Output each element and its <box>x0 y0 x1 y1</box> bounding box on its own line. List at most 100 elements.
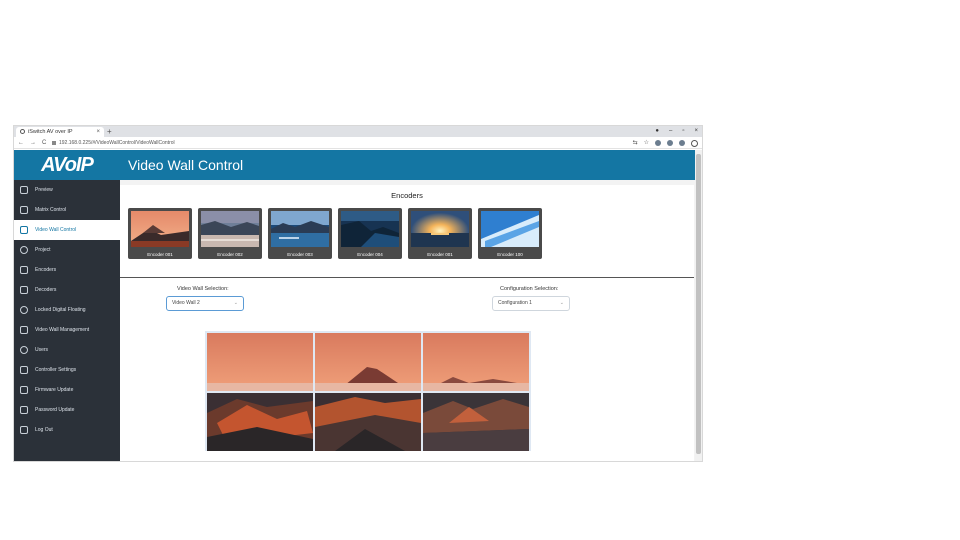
sidebar-item-decoders[interactable]: Decoders <box>14 280 120 300</box>
sidebar-item-label: Encoders <box>35 267 57 273</box>
back-button[interactable]: ← <box>18 137 24 149</box>
video-wall-icon <box>20 226 28 234</box>
encoders-title: Encoders <box>391 191 423 200</box>
encoder-card[interactable]: Encoder 003 <box>268 208 332 259</box>
configuration-selection-label: Configuration Selection: <box>500 286 559 292</box>
sidebar-item-locked-digital-floating[interactable]: Locked Digital Floating <box>14 300 120 320</box>
sidebar-item-password-update[interactable]: Password Update <box>14 400 120 420</box>
maximize-button[interactable]: ▫ <box>682 126 684 137</box>
sidebar-item-video-wall-control[interactable]: Video Wall Control <box>14 220 120 240</box>
encoder-label: Encoder 100 <box>497 252 523 257</box>
lock-icon <box>52 140 56 145</box>
sidebar-item-log-out[interactable]: Log Out <box>14 420 120 440</box>
video-wall-selection-label: Video Wall Selection: <box>177 286 229 292</box>
chevron-down-icon: ⌄ <box>559 300 564 306</box>
encoder-thumbnail <box>411 211 469 247</box>
configuration-select[interactable]: Configuration 1 ⌄ <box>492 296 570 311</box>
address-bar: ← → C 192.168.0.225/#/VideoWallControl/V… <box>14 137 702 149</box>
settings-sliders-icon <box>20 366 28 374</box>
sidebar-nav: Preview Matrix Control Video Wall Contro… <box>14 180 120 440</box>
app-logo: AVoIP <box>14 150 120 180</box>
encoders-panel: Encoders Encoder 001 Encoder 002 Encoder… <box>120 185 694 277</box>
video-wall-panel: Video Wall Selection: Video Wall 2 ⌄ Con… <box>120 278 694 461</box>
wall-tile[interactable] <box>423 393 529 451</box>
sidebar-item-matrix-control[interactable]: Matrix Control <box>14 200 120 220</box>
logout-icon <box>20 426 28 434</box>
sidebar-item-label: Project <box>35 247 51 253</box>
video-wall-select-value: Video Wall 2 <box>172 300 200 306</box>
encoder-label: Encoder 002 <box>217 252 243 257</box>
menu-button[interactable] <box>691 139 698 147</box>
preview-icon <box>20 186 28 194</box>
encoder-card[interactable]: Encoder 001 <box>128 208 192 259</box>
encoder-thumbnail <box>481 211 539 247</box>
chevron-down-icon: ⌄ <box>233 300 238 306</box>
share-icon[interactable]: ⇆ <box>633 137 638 149</box>
sidebar-item-label: Controller Settings <box>35 367 77 373</box>
wall-tile[interactable] <box>315 393 421 451</box>
encoder-thumbnail <box>271 211 329 247</box>
sidebar-item-video-wall-management[interactable]: Video Wall Management <box>14 320 120 340</box>
encoder-card[interactable]: Encoder 004 <box>338 208 402 259</box>
sidebar-item-label: Firmware Update <box>35 387 74 393</box>
decoder-icon <box>20 286 28 294</box>
app-root: AVoIP Preview Matrix Control Video Wall … <box>14 150 702 461</box>
profile-icon[interactable]: ● <box>655 126 659 137</box>
sidebar-item-encoders[interactable]: Encoders <box>14 260 120 280</box>
extension-icon[interactable] <box>655 140 661 146</box>
sidebar-item-label: Locked Digital Floating <box>35 307 86 313</box>
sidebar-item-controller-settings[interactable]: Controller Settings <box>14 360 120 380</box>
main-content: Encoders Encoder 001 Encoder 002 Encoder… <box>120 180 695 461</box>
project-icon <box>20 246 28 254</box>
scrollbar-thumb[interactable] <box>696 154 701 454</box>
globe-icon <box>20 129 25 135</box>
encoder-label: Encoder 004 <box>357 252 383 257</box>
sidebar-item-label: Log Out <box>35 427 53 433</box>
encoder-card[interactable]: Encoder 002 <box>198 208 262 259</box>
wall-tile[interactable] <box>207 333 313 391</box>
wall-management-icon <box>20 326 28 334</box>
page-title: Video Wall Control <box>120 150 695 180</box>
encoder-icon <box>20 266 28 274</box>
sidebar-item-label: Users <box>35 347 49 353</box>
url-field[interactable]: 192.168.0.225/#/VideoWallControl/VideoWa… <box>52 139 175 147</box>
star-icon[interactable]: ☆ <box>644 137 649 149</box>
gear-icon <box>20 306 28 314</box>
extensions-area: ⇆ ☆ <box>633 137 698 149</box>
encoder-label: Encoder 001 <box>147 252 173 257</box>
user-icon <box>20 346 28 354</box>
browser-tab[interactable]: iSwitch AV over IP × <box>16 127 104 137</box>
page-scrollbar[interactable] <box>695 150 702 461</box>
sidebar-item-label: Decoders <box>35 287 57 293</box>
firmware-icon <box>20 386 28 394</box>
wall-tile[interactable] <box>207 393 313 451</box>
sidebar-item-project[interactable]: Project <box>14 240 120 260</box>
reload-button[interactable]: C <box>42 137 46 149</box>
puzzle-icon[interactable] <box>667 140 673 146</box>
video-wall-select[interactable]: Video Wall 2 ⌄ <box>166 296 244 311</box>
sidebar-item-firmware-update[interactable]: Firmware Update <box>14 380 120 400</box>
encoder-card[interactable]: Encoder 100 <box>478 208 542 259</box>
matrix-icon <box>20 206 28 214</box>
tab-close-icon[interactable]: × <box>96 127 100 137</box>
sidebar-item-users[interactable]: Users <box>14 340 120 360</box>
video-wall-preview[interactable] <box>205 331 531 451</box>
browser-tabbar: iSwitch AV over IP × + ● – ▫ × <box>14 126 702 137</box>
browser-window: iSwitch AV over IP × + ● – ▫ × ← → C 192… <box>13 125 703 462</box>
sidebar: AVoIP Preview Matrix Control Video Wall … <box>14 150 120 461</box>
close-window-button[interactable]: × <box>694 126 698 137</box>
sidebar-item-preview[interactable]: Preview <box>14 180 120 200</box>
encoder-label: Encoder 003 <box>287 252 313 257</box>
encoder-thumbnail <box>341 211 399 247</box>
encoder-card[interactable]: Encoder 001 <box>408 208 472 259</box>
key-icon <box>20 406 28 414</box>
minimize-button[interactable]: – <box>669 126 672 137</box>
sidebar-item-label: Video Wall Control <box>35 227 77 233</box>
account-icon[interactable] <box>679 140 685 146</box>
url-text: 192.168.0.225/#/VideoWallControl/VideoWa… <box>59 140 175 146</box>
wall-tile[interactable] <box>315 333 421 391</box>
configuration-select-value: Configuration 1 <box>498 300 532 306</box>
wall-tile[interactable] <box>423 333 529 391</box>
forward-button[interactable]: → <box>30 137 36 149</box>
new-tab-button[interactable]: + <box>107 126 112 137</box>
